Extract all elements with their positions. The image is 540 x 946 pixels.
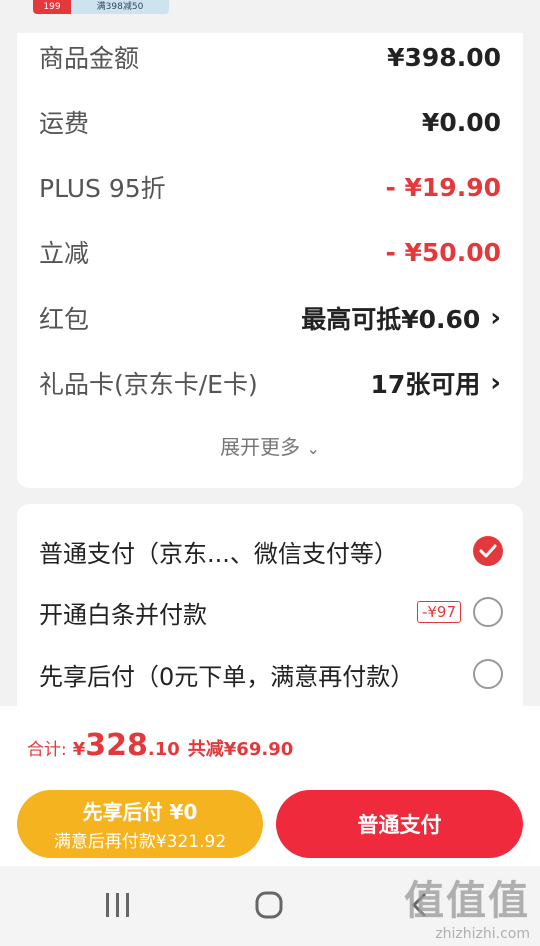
row-label: 礼品卡(京东卡/E卡) [39, 370, 258, 399]
discount-badge: -¥97 [416, 601, 461, 623]
row-plus-discount: PLUS 95折 - ¥19.90 [39, 167, 501, 207]
payment-option-baitiao[interactable]: 开通白条并付款 -¥97 [39, 590, 503, 634]
system-nav-bar: 值值值 zhizhizhi.com [0, 866, 540, 946]
total-amount-integer: 328 [85, 728, 148, 763]
expand-more-button[interactable]: 展开更多 ⌄ [17, 431, 523, 460]
pay-later-title: 先享后付 ¥0 [82, 800, 198, 824]
currency-symbol: ¥ [72, 739, 86, 760]
promo-thumbnail-text: 满398减50 [71, 0, 169, 14]
payment-option-normal[interactable]: 普通支付（京东...、微信支付等） [39, 529, 503, 573]
total-saved: 共减¥69.90 [187, 739, 294, 760]
row-label: PLUS 95折 [39, 174, 166, 203]
recent-apps-icon[interactable] [104, 892, 132, 922]
normal-pay-button[interactable]: 普通支付 [276, 790, 523, 858]
row-value: - ¥50.00 [385, 237, 501, 267]
row-value: - ¥19.90 [385, 172, 501, 202]
row-label: 运费 [39, 109, 90, 138]
home-icon[interactable] [254, 890, 284, 924]
row-shipping: 运费 ¥0.00 [39, 102, 501, 142]
promo-thumbnail: 199 满398减50 [33, 0, 169, 14]
row-instant-discount: 立减 - ¥50.00 [39, 232, 501, 272]
promo-thumbnail-price: 199 [33, 0, 71, 14]
radio-button[interactable] [473, 659, 503, 689]
watermark-url: zhizhizhi.com [435, 926, 530, 942]
row-value: 最高可抵¥0.60 [301, 305, 481, 334]
row-label: 立减 [39, 239, 90, 268]
radio-button[interactable] [473, 597, 503, 627]
row-label: 红包 [39, 305, 90, 334]
chevron-down-icon: ⌄ [306, 439, 320, 458]
row-value: ¥398.00 [387, 42, 501, 72]
row-red-packet[interactable]: 红包 最高可抵¥0.60 › [39, 298, 501, 338]
row-label: 商品金额 [39, 44, 140, 73]
row-value: 17张可用 [370, 370, 481, 399]
action-bar: 先享后付 ¥0 满意后再付款¥321.92 普通支付 [0, 782, 540, 866]
row-value: ¥0.00 [421, 107, 501, 137]
chevron-right-icon: › [490, 368, 501, 398]
pay-later-button[interactable]: 先享后付 ¥0 满意后再付款¥321.92 [17, 790, 263, 858]
row-goods-amount: 商品金额 ¥398.00 [39, 37, 501, 77]
chevron-right-icon: › [490, 303, 501, 333]
order-summary: 合计: ¥ 328 .10 共减¥69.90 [0, 706, 540, 783]
expand-more-label: 展开更多 [220, 435, 301, 459]
total-amount-decimal: .10 [147, 739, 180, 760]
watermark: 值值值 zhizhizhi.com [404, 868, 530, 942]
check-icon[interactable] [473, 536, 503, 566]
payment-option-label: 普通支付（京东...、微信支付等） [39, 539, 398, 568]
price-detail-card: 商品金额 ¥398.00 运费 ¥0.00 PLUS 95折 - ¥19.90 … [17, 33, 523, 488]
payment-option-label: 开通白条并付款 [39, 600, 207, 629]
payment-option-pay-later[interactable]: 先享后付（0元下单，满意再付款） [39, 652, 503, 696]
payment-option-label: 先享后付（0元下单，满意再付款） [39, 662, 415, 691]
watermark-logo: 值值值 [404, 878, 530, 924]
payment-methods-card: 普通支付（京东...、微信支付等） 开通白条并付款 -¥97 先享后付（0元下单… [17, 504, 523, 734]
total-label: 合计: [27, 740, 67, 760]
pay-later-subtitle: 满意后再付款¥321.92 [53, 832, 227, 852]
row-gift-card[interactable]: 礼品卡(京东卡/E卡) 17张可用 › [39, 363, 501, 403]
normal-pay-label: 普通支付 [357, 813, 442, 837]
